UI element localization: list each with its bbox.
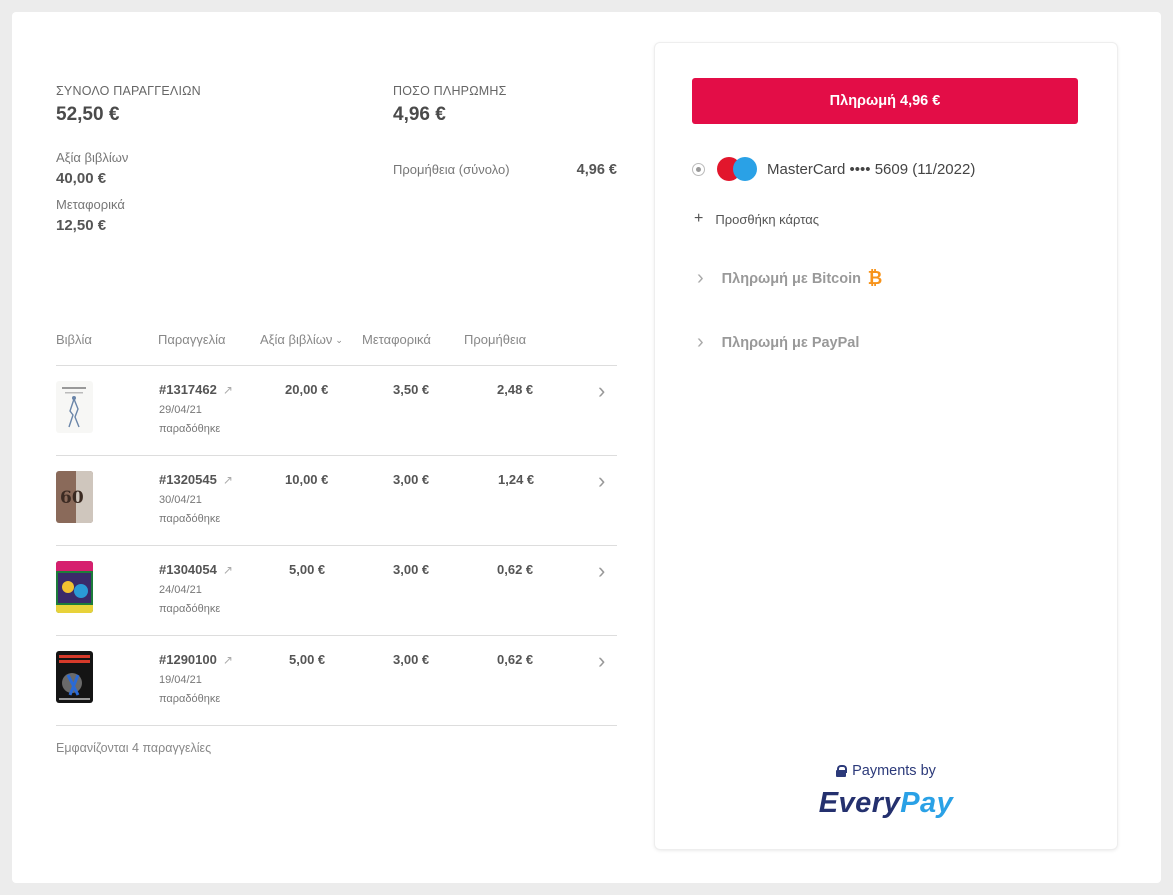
paypal-label: Πληρωμή με PayPal: [721, 334, 860, 351]
page-card: ΣΥΝΟΛΟ ΠΑΡΑΓΓΕΛΙΩΝ 52,50 € Αξία βιβλίων …: [12, 12, 1161, 883]
order-date: 19/04/21: [159, 674, 202, 686]
table-row[interactable]: #1290100 ↗ 19/04/21 παραδόθηκε 5,00 € 3,0…: [56, 636, 617, 726]
row-shipping: 3,00 €: [393, 562, 430, 577]
commission-label: Προμήθεια (σύνολο): [393, 162, 510, 177]
payment-amount-value: 4,96 €: [393, 104, 446, 125]
card-label: MasterCard •••• 5609 (11/2022): [767, 160, 976, 178]
bitcoin-label: Πληρωμή με Bitcoin: [721, 270, 861, 287]
summary-payment: ΠΟΣΟ ΠΛΗΡΩΜΗΣ 4,96 € Προμήθεια (σύνολο) …: [393, 84, 617, 178]
radio-icon[interactable]: [692, 162, 705, 176]
header-commission[interactable]: Προμήθεια: [464, 332, 526, 347]
header-books-value-sort[interactable]: Αξία βιβλίων ⌄: [260, 332, 343, 347]
saved-card-option[interactable]: MasterCard •••• 5609 (11/2022): [692, 156, 975, 182]
order-link[interactable]: #1320545 ↗: [159, 472, 233, 487]
chevron-right-icon[interactable]: ›: [598, 650, 605, 672]
lock-icon: [836, 765, 848, 777]
row-books-value: 5,00 €: [289, 652, 326, 667]
header-books-value: Αξία βιβλίων: [260, 332, 333, 347]
orders-table: Βιβλία Παραγγελία Αξία βιβλίων ⌄ Μεταφορι…: [56, 328, 617, 726]
chevron-right-icon[interactable]: ›: [598, 380, 605, 402]
books-value-label: Αξία βιβλίων: [56, 150, 129, 165]
bitcoin-option[interactable]: › Πληρωμή με Bitcoin ₿: [697, 267, 884, 290]
order-link[interactable]: #1290100 ↗: [159, 652, 233, 667]
order-id: #1304054: [159, 562, 217, 577]
row-commission: 0,62 €: [497, 652, 534, 667]
external-link-icon[interactable]: ↗: [223, 563, 233, 577]
header-shipping[interactable]: Μεταφορικά: [362, 332, 431, 347]
chevron-right-icon[interactable]: ›: [598, 560, 605, 582]
row-commission: 0,62 €: [497, 562, 534, 577]
order-status: παραδόθηκε: [159, 603, 221, 615]
row-books-value: 10,00 €: [285, 472, 329, 487]
order-status: παραδόθηκε: [159, 513, 221, 525]
bitcoin-icon: ₿: [867, 268, 883, 288]
shipping-value: 12,50 €: [56, 217, 107, 234]
order-link[interactable]: #1304054 ↗: [159, 562, 233, 577]
svg-text:60: 60: [60, 488, 84, 508]
external-link-icon[interactable]: ↗: [223, 653, 233, 667]
row-commission: 2,48 €: [497, 382, 534, 397]
order-status: παραδόθηκε: [159, 423, 221, 435]
commission-row: Προμήθεια (σύνολο) 4,96 €: [393, 162, 617, 178]
book-cover-thumbnail: [56, 561, 93, 613]
everypay-logo: EveryPay: [655, 787, 1117, 820]
book-cover-thumbnail: [56, 381, 93, 433]
book-cover-thumbnail: [56, 651, 93, 703]
order-date: 24/04/21: [159, 584, 202, 596]
chevron-right-icon[interactable]: ›: [598, 470, 605, 492]
order-link[interactable]: #1317462 ↗: [159, 382, 233, 397]
header-order[interactable]: Παραγγελία: [158, 332, 226, 347]
mastercard-icon: [717, 156, 759, 182]
external-link-icon[interactable]: ↗: [223, 473, 233, 487]
order-id: #1290100: [159, 652, 217, 667]
header-books: Βιβλία: [56, 332, 92, 347]
shipping-label: Μεταφορικά: [56, 197, 125, 212]
summary-totals: ΣΥΝΟΛΟ ΠΑΡΑΓΓΕΛΙΩΝ 52,50 € Αξία βιβλίων …: [56, 84, 201, 234]
table-header: Βιβλία Παραγγελία Αξία βιβλίων ⌄ Μεταφορι…: [56, 328, 617, 366]
add-card-label: Προσθήκη κάρτας: [715, 211, 819, 227]
paypal-option[interactable]: › Πληρωμή με PayPal: [697, 331, 859, 354]
row-shipping: 3,50 €: [393, 382, 430, 397]
order-status: παραδόθηκε: [159, 693, 221, 705]
row-shipping: 3,00 €: [393, 652, 430, 667]
order-date: 29/04/21: [159, 404, 202, 416]
total-orders-value: 52,50 €: [56, 104, 120, 125]
table-row[interactable]: #1317462 ↗ 29/04/21 παραδόθηκε 20,00 € 3,…: [56, 366, 617, 456]
row-books-value: 20,00 €: [285, 382, 329, 397]
table-row[interactable]: #1304054 ↗ 24/04/21 παραδόθηκε 5,00 € 3,0…: [56, 546, 617, 636]
chevron-right-icon: ›: [697, 267, 704, 289]
add-card-button[interactable]: + Προσθήκη κάρτας: [694, 210, 819, 228]
row-books-value: 5,00 €: [289, 562, 326, 577]
external-link-icon[interactable]: ↗: [223, 383, 233, 397]
chevron-down-icon: ⌄: [335, 335, 343, 345]
logo-every: Every: [818, 787, 901, 819]
order-id: #1317462: [159, 382, 217, 397]
payments-by-text: Payments by: [852, 763, 936, 779]
total-orders-label: ΣΥΝΟΛΟ ΠΑΡΑΓΓΕΛΙΩΝ: [56, 84, 201, 98]
plus-icon: +: [694, 210, 704, 227]
row-shipping: 3,00 €: [393, 472, 430, 487]
order-date: 30/04/21: [159, 494, 202, 506]
payments-by-caption: Payments by: [655, 763, 1117, 779]
payment-amount-label: ΠΟΣΟ ΠΛΗΡΩΜΗΣ: [393, 84, 507, 98]
payment-panel: Πληρωμή 4,96 € MasterCard •••• 5609 (11/…: [655, 43, 1117, 849]
books-value: 40,00 €: [56, 170, 107, 187]
row-commission: 1,24 €: [498, 472, 535, 487]
order-id: #1320545: [159, 472, 217, 487]
orders-count-note: Εμφανίζονται 4 παραγγελίες: [56, 741, 212, 755]
book-cover-thumbnail: 60: [56, 471, 93, 523]
commission-value: 4,96 €: [576, 162, 617, 178]
chevron-right-icon: ›: [697, 331, 704, 353]
logo-pay: Pay: [900, 787, 954, 819]
pay-button[interactable]: Πληρωμή 4,96 €: [692, 78, 1078, 124]
table-row[interactable]: 60 #1320545 ↗ 30/04/21 παραδόθηκε 10,00 €…: [56, 456, 617, 546]
